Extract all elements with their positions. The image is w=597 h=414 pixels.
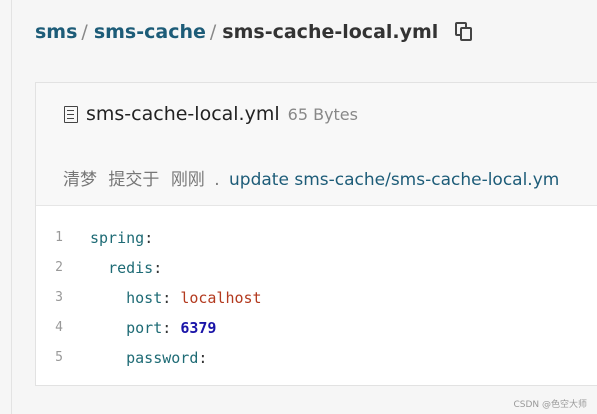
- yaml-string-value: localhost: [180, 289, 262, 307]
- breadcrumb: sms / sms-cache / sms-cache-local.yml: [35, 18, 474, 46]
- commit-action: 提交于: [108, 170, 160, 190]
- left-border: [11, 0, 12, 414]
- commit-info: 清梦 提交于 刚刚 . update sms-cache/sms-cache-l…: [63, 165, 559, 190]
- yaml-key: password: [126, 349, 199, 367]
- file-size: 65 Bytes: [287, 104, 358, 124]
- yaml-key: port: [126, 319, 163, 337]
- code-line: 1 spring:: [36, 223, 262, 253]
- line-number[interactable]: 5: [36, 343, 90, 373]
- code-line: 3 host: localhost: [36, 283, 262, 313]
- yaml-key: host: [126, 289, 163, 307]
- line-number[interactable]: 4: [36, 313, 90, 343]
- code-line: 5 password:: [36, 343, 262, 373]
- yaml-key: redis: [108, 259, 154, 277]
- page: sms / sms-cache / sms-cache-local.yml sm…: [0, 0, 597, 414]
- yaml-key: spring: [90, 229, 145, 247]
- line-number[interactable]: 1: [36, 223, 90, 253]
- commit-message-link[interactable]: update sms-cache/sms-cache-local.ym: [229, 170, 559, 190]
- breadcrumb-separator: /: [81, 21, 88, 43]
- breadcrumb-repo-link[interactable]: sms: [35, 21, 77, 43]
- line-number[interactable]: 3: [36, 283, 90, 313]
- commit-separator: .: [214, 170, 220, 190]
- line-number[interactable]: 2: [36, 253, 90, 283]
- commit-time: 刚刚: [170, 170, 205, 190]
- file-panel: sms-cache-local.yml 65 Bytes 清梦 提交于 刚刚 .…: [35, 82, 597, 386]
- code-view: 1 spring: 2 redis: 3 host: localhost 4 p…: [36, 223, 262, 373]
- breadcrumb-separator: /: [209, 21, 217, 43]
- file-text-icon: [64, 105, 78, 123]
- breadcrumb-folder-link[interactable]: sms-cache: [94, 21, 206, 43]
- file-title-row: sms-cache-local.yml 65 Bytes: [64, 103, 358, 125]
- file-header: sms-cache-local.yml 65 Bytes 清梦 提交于 刚刚 .…: [36, 83, 597, 206]
- code-line: 2 redis:: [36, 253, 262, 283]
- code-line: 4 port: 6379: [36, 313, 262, 343]
- yaml-number-value: 6379: [180, 319, 217, 337]
- file-name: sms-cache-local.yml: [86, 103, 280, 125]
- commit-author[interactable]: 清梦: [63, 170, 97, 190]
- breadcrumb-current-file: sms-cache-local.yml: [222, 21, 439, 43]
- watermark: CSDN @色空大师: [513, 400, 587, 410]
- copy-path-icon[interactable]: [454, 21, 474, 43]
